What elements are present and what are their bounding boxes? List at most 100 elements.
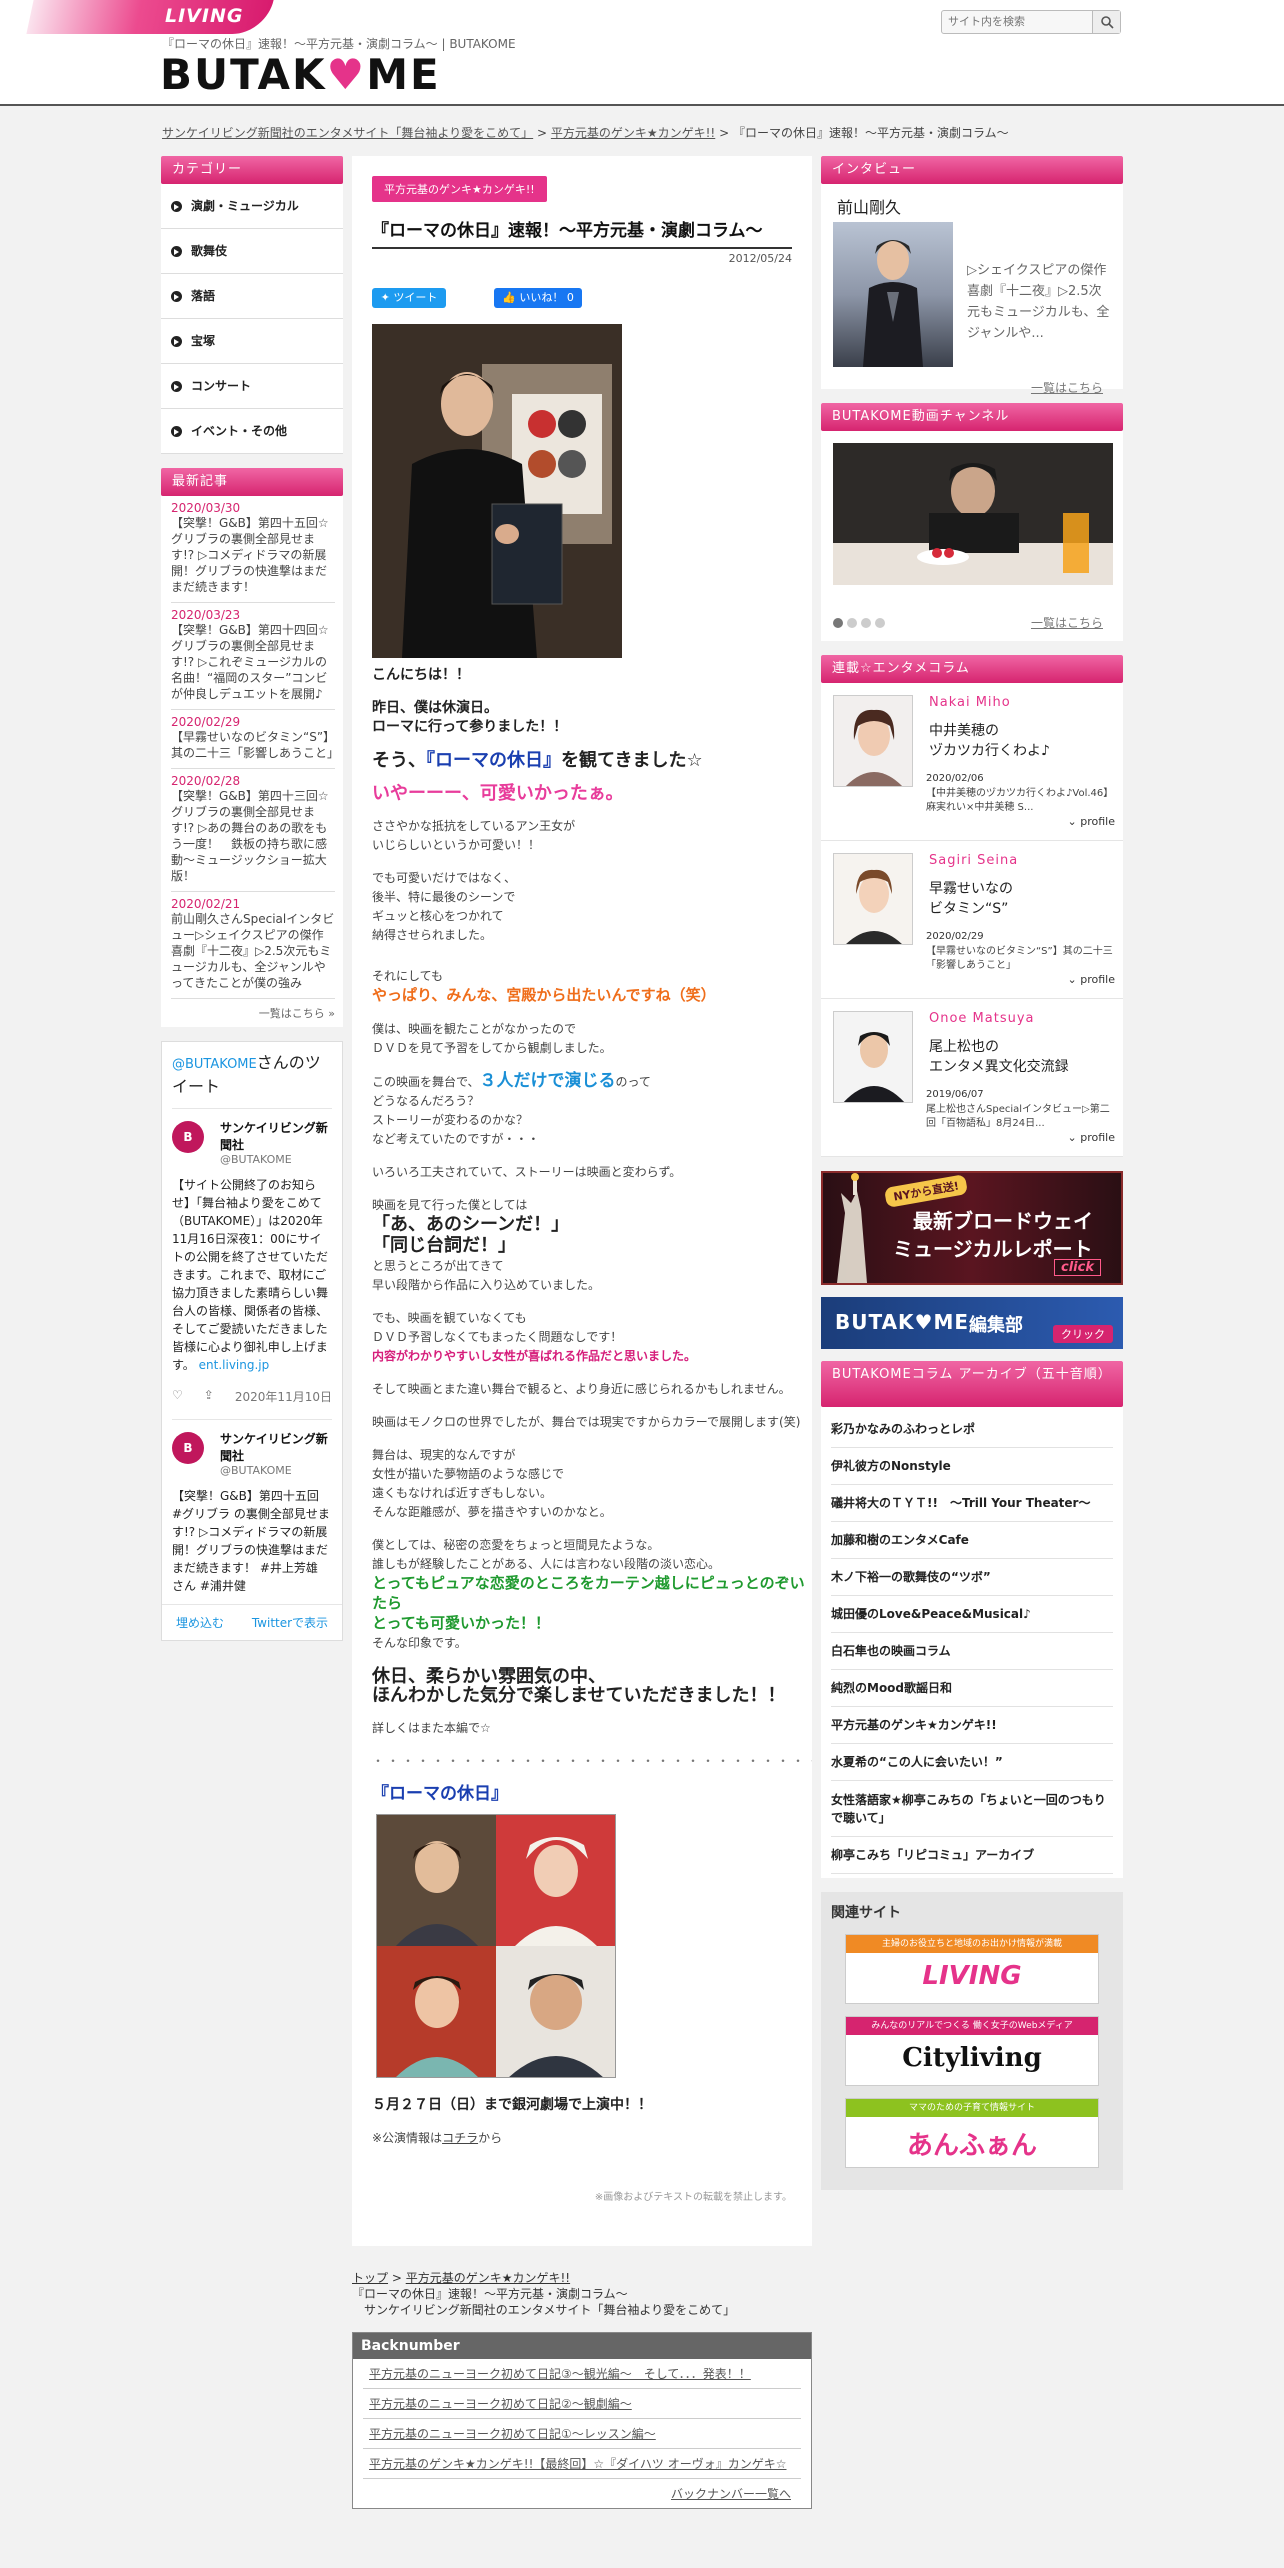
interview-name[interactable]: 前山剛久 [837, 194, 901, 218]
news-item[interactable]: 2020/03/30 【突撃！G&B】第四十五回☆グリブラの裏側全部見せます!? … [171, 496, 335, 603]
category-item[interactable]: イベント・その他 [161, 409, 343, 454]
text-emphasis: ３人だけで演じる [479, 1071, 616, 1091]
backnumber-item[interactable]: 平方元基のゲンキ★カンゲキ!!【最終回】☆『ダイハツ オーヴォ』カンゲキ☆ [363, 2449, 801, 2479]
news-title[interactable]: 【突撃！G&B】第四十五回☆グリブラの裏側全部見せます!? ▷コメディドラマの新… [171, 515, 335, 595]
view-on-twitter-link[interactable]: Twitterで表示 [252, 1614, 328, 1631]
tweet-link[interactable]: ent.living.jp [199, 1358, 270, 1372]
banner-click: click [1054, 1259, 1101, 1276]
backnumber-item[interactable]: 平方元基のニューヨーク初めて日記①～レッスン編～ [363, 2419, 801, 2449]
columnist-photo[interactable] [833, 1011, 913, 1103]
archive-item[interactable]: 水夏希の“この人に会いたい！” [831, 1744, 1113, 1781]
backnumber-more-link[interactable]: バックナンバー一覧へ [353, 2479, 811, 2508]
news-title[interactable]: 【早霧せいなのビタミン“S”】其の二十三「影響しあうこと」 [171, 729, 339, 761]
search-button[interactable] [1092, 11, 1120, 33]
category-item[interactable]: 落語 [161, 274, 343, 319]
embed-link[interactable]: 埋め込む [176, 1614, 224, 1631]
news-item[interactable]: 2020/02/29 【早霧せいなのビタミン“S”】其の二十三「影響しあうこと」 [171, 710, 339, 769]
profile-label: profile [1080, 815, 1115, 828]
like-button[interactable]: 👍 いいね！ 0 [494, 288, 582, 308]
profile-link[interactable]: ⌄ profile [1068, 973, 1115, 986]
column-item[interactable]: Onoe Matsuya 尾上松也の エンタメ異文化交流録 2019/06/07 … [821, 999, 1123, 1157]
column-latest[interactable]: 尾上松也さんSpecialインタビュー▷第二回「百物語私」8月24日... [926, 1103, 1116, 1131]
latest-more-link[interactable]: 一覧はこちら » [171, 999, 335, 1021]
broadway-report-banner[interactable]: NYから直送! 最新ブロードウェイ ミュージカルレポート click [821, 1171, 1123, 1285]
video-more-link[interactable]: 一覧はこちら [1031, 614, 1103, 631]
twitter-handle-link[interactable]: @BUTAKOME [172, 1057, 257, 1072]
video-thumbnail[interactable] [833, 443, 1113, 585]
avatar[interactable]: B [172, 1432, 204, 1464]
breadcrumb-top-link[interactable]: トップ [352, 2271, 388, 2285]
column-latest[interactable]: 【早霧せいなのビタミン“S”】其の二十三「影響しあうこと」 [926, 945, 1116, 973]
banner-line: 最新ブロードウェイ [913, 1209, 1093, 1233]
related-site-cityliving[interactable]: みんなのリアルでつくる 働く女子のWebメディア Cityliving [845, 2016, 1099, 2086]
heart-icon[interactable]: ♡ [172, 1388, 183, 1405]
category-item[interactable]: 歌舞伎 [161, 229, 343, 274]
tweet-button[interactable]: ✦ ツイート [372, 288, 446, 308]
archive-item[interactable]: 伊礼彼方のNonstyle [831, 1448, 1113, 1485]
news-item[interactable]: 2020/02/28 【突撃！G&B】第四十三回☆グリブラの裏側全部見せます!? … [171, 769, 335, 892]
search-input[interactable] [948, 13, 1088, 31]
news-title[interactable]: 【突撃！G&B】第四十四回☆グリブラの裏側全部見せます!? ▷これぞミュージカル… [171, 622, 335, 702]
column-item[interactable]: Nakai Miho 中井美穂の ヅカツカ行くわよ♪ 2020/02/06 【中井… [821, 683, 1123, 841]
news-title[interactable]: 前山剛久さんSpecialインタビュー▷シェイクスピアの傑作喜劇『十二夜』▷2.… [171, 911, 335, 991]
columnist-photo[interactable] [833, 695, 913, 787]
profile-link[interactable]: ⌄ profile [1068, 815, 1115, 828]
news-item[interactable]: 2020/03/23 【突撃！G&B】第四十四回☆グリブラの裏側全部見せます!? … [171, 603, 335, 710]
cast-photo [496, 1946, 615, 2077]
breadcrumb-home-link[interactable]: サンケイリビング新聞社のエンタメサイト「舞台袖より愛をこめて」 [162, 126, 533, 140]
text-line: 舞台は、現実的なんですが [372, 1448, 516, 1462]
archive-item[interactable]: 女性落語家★柳亭こみちの「ちょいと一回のつもりで聴いて」 [831, 1781, 1113, 1837]
backnumber-item[interactable]: 平方元基のニューヨーク初めて日記②～観劇編～ [363, 2389, 801, 2419]
performance-info-link[interactable]: コチラ [442, 2131, 478, 2145]
related-site-living[interactable]: 主婦のお役立ちと地域のお出かけ情報が満載 LIVING [845, 1934, 1099, 2004]
column-title[interactable]: 中井美穂の ヅカツカ行くわよ♪ [929, 721, 1050, 761]
archive-item[interactable]: 柳亭こみち「リピコミュ」アーカイブ [831, 1837, 1113, 1874]
archive-item[interactable]: 純烈のMood歌謡日和 [831, 1670, 1113, 1707]
carousel-dot[interactable] [875, 618, 885, 628]
avatar[interactable]: B [172, 1121, 204, 1153]
news-item[interactable]: 2020/02/21 前山剛久さんSpecialインタビュー▷シェイクスピアの傑作… [171, 892, 335, 999]
tweet-author[interactable]: サンケイリビング新聞社 [220, 1430, 332, 1464]
tweet-author[interactable]: サンケイリビング新聞社 [220, 1119, 332, 1153]
category-item[interactable]: 宝塚 [161, 319, 343, 364]
backnumber-item[interactable]: 平方元基のニューヨーク初めて日記③～観光編～ そして．．．発表！！ [363, 2359, 801, 2389]
tweet-text: 【サイト公開終了のお知らせ】「舞台袖より愛をこめて（BUTAKOME）」は202… [172, 1176, 332, 1374]
profile-link[interactable]: ⌄ profile [1068, 1131, 1115, 1144]
carousel-dot[interactable] [847, 618, 857, 628]
share-icon[interactable]: ⇪ [204, 1388, 214, 1405]
column-title[interactable]: 尾上松也の エンタメ異文化交流録 [929, 1037, 1069, 1077]
interview-summary[interactable]: ▷シェイクスピアの傑作喜劇『十二夜』▷2.5次元もミュージカルも、全ジャンルや.… [967, 260, 1113, 344]
related-sites: 関連サイト 主婦のお役立ちと地域のお出かけ情報が満載 LIVING みんなのリア… [821, 1892, 1123, 2190]
interview-more-link[interactable]: 一覧はこちら [1031, 379, 1103, 396]
archive-item[interactable]: 彩乃かなみのふわっとレポ [831, 1411, 1113, 1448]
category-item[interactable]: 演劇・ミュージカル [161, 184, 343, 229]
column-item[interactable]: Sagiri Seina 早霧せいなの ビタミン“S” 2020/02/29 【早… [821, 841, 1123, 999]
category-item[interactable]: コンサート [161, 364, 343, 409]
tweet-body: 【サイト公開終了のお知らせ】「舞台袖より愛をこめて（BUTAKOME）」は202… [172, 1178, 329, 1372]
carousel-dot[interactable] [861, 618, 871, 628]
archive-item[interactable]: 礒井将大のＴＹＴ!! ～Trill Your Theater～ [831, 1485, 1113, 1522]
archive-item[interactable]: 城田優のLove&Peace&Musical♪ [831, 1596, 1113, 1633]
tweet-date[interactable]: 2020年11月10日 [235, 1388, 332, 1405]
butakome-logo[interactable]: BUTAK♥ME [160, 50, 441, 99]
carousel-dot[interactable] [833, 618, 843, 628]
archive-item[interactable]: 平方元基のゲンキ★カンゲキ!! [831, 1707, 1113, 1744]
article-category-tag[interactable]: 平方元基のゲンキ★カンゲキ!! [372, 176, 547, 202]
breadcrumb-section-link[interactable]: 平方元基のゲンキ★カンゲキ!! [406, 2271, 570, 2285]
related-site-anfan[interactable]: ママのための子育て情報サイト あんふぁん [845, 2098, 1099, 2168]
archive-item[interactable]: 白石隼也の映画コラム [831, 1633, 1113, 1670]
archive-item[interactable]: 加藤和樹のエンタメCafe [831, 1522, 1113, 1559]
archive-item[interactable]: 木ノ下裕一の歌舞伎の“ツボ” [831, 1559, 1113, 1596]
columnist-photo[interactable] [833, 853, 913, 945]
column-latest[interactable]: 【中井美穂のヅカツカ行くわよ♪Vol.46】麻実れい×中井美穂 S... [926, 787, 1116, 815]
interview-photo[interactable] [833, 222, 953, 367]
news-title[interactable]: 【突撃！G&B】第四十三回☆グリブラの裏側全部見せます!? ▷あの舞台のあの歌を… [171, 788, 335, 884]
twitter-footer: 埋め込む Twitterで表示 [162, 1604, 342, 1640]
editorial-banner[interactable]: BUTAK♥ME 編集部 クリック [821, 1297, 1123, 1349]
copyright-notice: ※画像およびテキストの転載を禁止します。 [594, 2192, 792, 2203]
cast-photo [496, 1815, 615, 1946]
arrow-bullet-icon [171, 200, 182, 212]
column-title[interactable]: 早霧せいなの ビタミン“S” [929, 879, 1013, 919]
living-logo[interactable]: LIVING [165, 5, 243, 27]
breadcrumb-section-link[interactable]: 平方元基のゲンキ★カンゲキ!! [551, 126, 715, 140]
